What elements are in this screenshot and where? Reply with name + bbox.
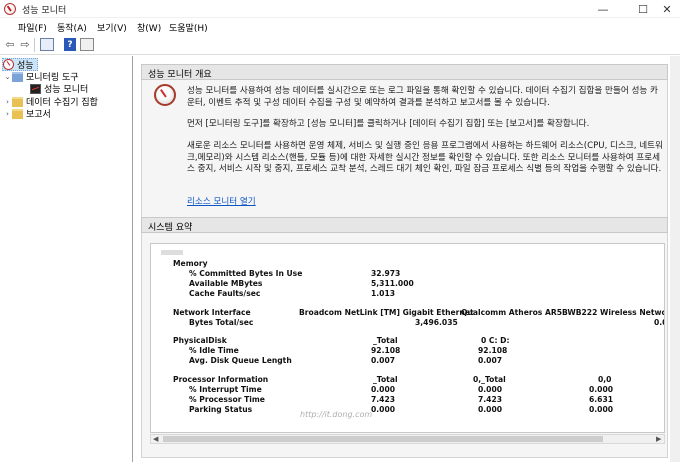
processor-row-label: % Processor Time (189, 395, 265, 404)
overview-header[interactable]: 성능 모니터 개요 (141, 64, 668, 80)
memory-row-label: % Committed Bytes In Use (189, 269, 303, 278)
memory-row-label: Available MBytes (189, 279, 263, 288)
processor-row-value: 6.631 (589, 395, 614, 404)
tree-item-reports[interactable]: › 보고서 (3, 107, 51, 120)
tree-item-label: 성능 모니터 (44, 85, 89, 95)
folder-icon (12, 71, 23, 82)
overview-paragraph-3: 새로운 리소스 모니터를 사용하면 운영 체제, 서비스 및 실행 중인 응용 … (187, 141, 663, 175)
scroll-left-icon[interactable]: ◀ (153, 435, 158, 443)
menu-file[interactable]: 파일(F) (18, 21, 47, 34)
network-title: Network Interface (173, 308, 251, 317)
memory-row-value: 32.973 (371, 269, 401, 278)
show-hide-tree-icon[interactable] (40, 38, 54, 51)
chevron-right-icon[interactable]: › (3, 98, 12, 106)
processor-row-value: 0.000 (478, 405, 503, 414)
menu-bar: 파일(F) 동작(A) 보기(V) 창(W) 도움말(H) (0, 18, 680, 35)
menu-help[interactable]: 도움말(H) (169, 21, 208, 34)
scroll-right-icon[interactable]: ▶ (656, 435, 661, 443)
memory-row-label: Cache Faults/sec (189, 289, 261, 298)
processor-row-value: 7.423 (478, 395, 503, 404)
memory-row-value: 5,311.000 (371, 279, 414, 288)
summary-report: Memory % Committed Bytes In Use 32.973 A… (150, 243, 665, 433)
menu-view[interactable]: 보기(V) (97, 21, 127, 34)
processor-column-header: 0,0 (598, 375, 612, 384)
memory-row-value: 1.013 (371, 289, 396, 298)
network-column-header: Qualcomm Atheros AR5BWB222 Wireless Netw… (461, 308, 664, 317)
watermark: http://it.dong.com (300, 410, 373, 419)
help-icon[interactable]: ? (64, 38, 76, 51)
disk-row-label: % Idle Time (189, 346, 239, 355)
processor-row-value: 0.000 (478, 385, 503, 394)
menu-action[interactable]: 동작(A) (57, 21, 87, 34)
perfmon-large-icon (154, 84, 176, 106)
folder-icon (12, 96, 23, 107)
disk-column-header: 0 C: D: (481, 336, 510, 345)
processor-column-header: _Total (373, 375, 398, 384)
perfmon-app-icon (4, 3, 16, 15)
window-title: 성능 모니터 (22, 6, 67, 16)
perfmon-icon (3, 59, 14, 70)
overview-paragraph-2: 먼저 [모니터링 도구]를 확장하고 [성능 모니터]를 클릭하거나 [데이터 … (187, 119, 590, 129)
disk-row-value: 92.108 (371, 346, 401, 355)
minimize-button[interactable]: — (588, 0, 618, 18)
network-row-label: Bytes Total/sec (189, 318, 254, 327)
disk-column-header: _Total (373, 336, 398, 345)
network-column-header: Broadcom NetLink [TM] Gigabit Ethernet (299, 308, 474, 317)
tree-item-performance-monitor[interactable]: 성능 모니터 (30, 82, 88, 95)
memory-title: Memory (173, 259, 208, 268)
scrollbar-thumb[interactable] (163, 436, 603, 442)
disk-row-value: 0.007 (478, 356, 503, 365)
performance-chart-icon (30, 83, 41, 94)
title-bar: 성능 모니터 — ☐ ✕ (0, 0, 680, 18)
main-panel: 성능 모니터 개요 성능 모니터를 사용하여 성능 데이터를 실시간으로 또는 … (137, 56, 680, 462)
processor-row-value: 0.000 (371, 385, 396, 394)
chevron-right-icon[interactable]: › (3, 110, 12, 118)
disk-row-value: 92.108 (478, 346, 508, 355)
toolbar: ⇦ ⇨ ? (0, 35, 680, 55)
computer-name-redacted (161, 250, 183, 255)
processor-row-label: % Interrupt Time (189, 385, 262, 394)
processor-column-header: 0,_Total (473, 375, 506, 384)
processor-row-value: 7.423 (371, 395, 396, 404)
folder-icon (12, 108, 23, 119)
toolbar-separator (34, 38, 35, 52)
processor-title: Processor Information (173, 375, 269, 384)
network-row-value: 3,496.035 (415, 318, 458, 327)
back-arrow-icon[interactable]: ⇦ (3, 38, 17, 51)
close-button[interactable]: ✕ (652, 0, 680, 18)
processor-row-value: 0.000 (371, 405, 396, 414)
tree-item-label: 보고서 (26, 110, 51, 120)
network-row-value: 0.00 (654, 318, 664, 327)
overview-paragraph-1: 성능 모니터를 사용하여 성능 데이터를 실시간으로 또는 로그 파일을 통해 … (187, 86, 658, 108)
navigation-tree: 성능 ⌄ 모니터링 도구 성능 모니터 › 데이터 수집기 집합 › 보고서 (0, 56, 133, 462)
disk-row-value: 0.007 (371, 356, 396, 365)
system-summary-header[interactable]: 시스템 요약 (141, 217, 668, 233)
properties-icon[interactable] (80, 38, 94, 51)
forward-arrow-icon[interactable]: ⇨ (18, 38, 32, 51)
processor-row-label: Parking Status (189, 405, 253, 414)
horizontal-scrollbar[interactable]: ◀ ▶ (150, 434, 665, 444)
chevron-down-icon[interactable]: ⌄ (3, 73, 12, 81)
processor-row-value: 0.000 (589, 405, 614, 414)
menu-window[interactable]: 창(W) (137, 21, 161, 34)
open-resource-monitor-link[interactable]: 리소스 모니터 열기 (187, 195, 256, 207)
disk-title: PhysicalDisk (173, 336, 227, 345)
system-summary-section: Memory % Committed Bytes In Use 32.973 A… (141, 233, 668, 458)
vertical-scrollbar[interactable] (670, 56, 680, 462)
disk-row-label: Avg. Disk Queue Length (189, 356, 292, 365)
processor-row-value: 0.000 (589, 385, 614, 394)
